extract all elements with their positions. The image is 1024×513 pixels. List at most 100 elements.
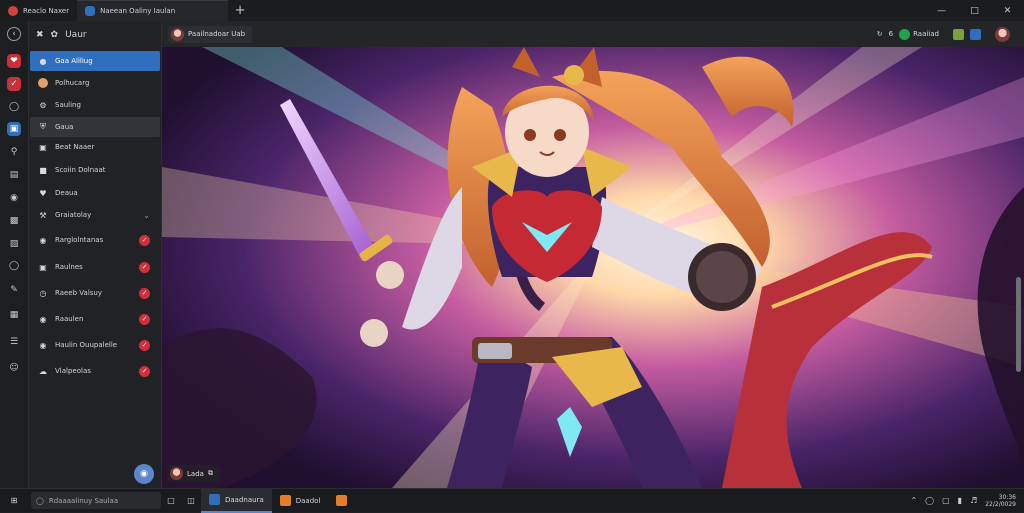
online-icon (899, 28, 911, 40)
taskbar-app-3[interactable] (328, 489, 355, 513)
check-badge-icon[interactable]: ✓ (139, 339, 150, 351)
count-label: 6 (888, 30, 894, 38)
book-icon[interactable]: ▧ (7, 237, 21, 251)
sidebar-item-tools[interactable]: ⚒ Graiatolay ⌄ (30, 205, 160, 225)
volume-icon[interactable]: ♬ (970, 496, 977, 505)
user-chip[interactable]: Paailnadoar Uab (168, 25, 253, 43)
calendar-icon[interactable]: ▦ (7, 308, 21, 322)
cloud-icon: ☁ (39, 366, 47, 376)
taskbar-app-1[interactable]: Daadnaura (201, 488, 272, 513)
note-icon: ▣ (39, 142, 47, 152)
sidebar: ✖ ✿ Uaur ● Gaa Aliliug Polhucarg ⚙ Sauli… (29, 21, 162, 488)
search-placeholder: Rdaaaalinuy Saulaa (48, 496, 119, 505)
windows-start-icon[interactable]: ⊞ (0, 496, 28, 505)
sidebar-item-cloud[interactable]: ☁ Vlalpeolas ✓ (30, 361, 160, 381)
avatar-icon (38, 78, 48, 88)
tab-label: Reaclo Naxer (23, 6, 70, 15)
taskbar: ⊞ ◯ Rdaaaalinuy Saulaa □ ◫ Daadnaura Daa… (0, 488, 1024, 513)
pin-icon[interactable]: ✎ (7, 283, 21, 297)
check-icon[interactable]: ✓ (7, 77, 21, 91)
sidebar-item-favorites[interactable]: ♥ Deaua (30, 183, 160, 203)
palette-icon[interactable]: ◉ (7, 191, 21, 205)
gallery-icon[interactable]: ▣ (7, 122, 21, 136)
clock[interactable]: 30:36 22/2/0029 (985, 494, 1016, 508)
image-canvas[interactable]: Lada ⧉ (162, 47, 1024, 488)
chat-bubble-icon[interactable]: ◯ (7, 259, 21, 273)
tools-icon[interactable]: ✖ (36, 30, 44, 40)
app-icon-blue (209, 494, 220, 505)
author-name: Lada (187, 469, 204, 478)
people-icon: ◉ (39, 340, 47, 350)
task-view-icon[interactable]: □ (161, 496, 181, 505)
bookmark-icon[interactable] (970, 28, 981, 40)
toolbar-actions: ↻ 6 Raaiiad (877, 26, 1024, 42)
extension-icon[interactable] (953, 28, 964, 40)
sidebar-item-notes[interactable]: ▣ Beat Naaer (30, 137, 160, 157)
minimize-button[interactable]: — (925, 6, 958, 16)
settings-icon: ⚙ (39, 100, 47, 110)
app-icon-blue (85, 6, 96, 16)
display-icon[interactable]: ▢ (942, 496, 950, 505)
check-badge-icon[interactable]: ✓ (139, 234, 150, 246)
folder-icon[interactable]: ▩ (7, 214, 21, 228)
tools-icon: ⚒ (39, 210, 47, 220)
sidebar-item-profile[interactable]: Polhucarg (30, 73, 160, 93)
sidebar-item-people[interactable]: ◉ Haulin Ouupalelle ✓ (30, 335, 160, 355)
icon-rail: ‹ ❤ ✓ ◯ ▣ ⚲ ▤ ◉ ▩ ▧ ◯ ✎ ▦ ☰ ☺ (0, 21, 29, 488)
profile-avatar[interactable] (995, 26, 1010, 42)
system-tray: ⌃ ◯ ▢ ▮ ♬ 30:36 22/2/0029 (910, 494, 1024, 508)
chat-fab-button[interactable]: ◉ (134, 464, 154, 484)
flower-icon[interactable]: ✿ (51, 30, 59, 40)
app-icon-orange (279, 495, 291, 506)
user-name: Paailnadoar Uab (188, 30, 246, 38)
vertical-scrollbar[interactable] (1016, 277, 1021, 372)
sidebar-item-security[interactable]: ■ Scoiin Dolnaat (30, 160, 160, 180)
document-icon[interactable]: ▤ (7, 168, 21, 182)
taskbar-app-2[interactable]: Daadol (272, 489, 329, 513)
status-indicator[interactable]: Raaiiad (899, 28, 939, 40)
sidebar-item-gallery[interactable]: ● Gaa Aliliug (30, 51, 160, 71)
list-icon[interactable]: ☰ (7, 335, 21, 349)
check-badge-icon[interactable]: ✓ (139, 261, 150, 273)
chevron-up-icon[interactable]: ⌃ (910, 496, 917, 505)
new-tab-button[interactable]: + (228, 3, 252, 18)
widgets-icon[interactable]: ◫ (181, 496, 201, 505)
sidebar-item-guard[interactable]: ⛨ Gaua (30, 117, 160, 137)
heart-icon: ♥ (39, 188, 47, 198)
check-badge-icon[interactable]: ✓ (139, 365, 150, 377)
avatar (171, 27, 184, 41)
browser-tab-1[interactable]: Reaclo Naxer (0, 0, 77, 21)
maximize-button[interactable]: □ (958, 6, 991, 16)
search-icon[interactable]: ⚲ (7, 145, 21, 159)
chat-icon[interactable]: ◯ (7, 100, 21, 114)
search-icon: ◯ (36, 496, 44, 505)
lock-icon: ■ (39, 165, 47, 175)
sidebar-item-protect[interactable]: ◉ Raaulen ✓ (30, 309, 160, 329)
sidebar-item-history[interactable]: ◷ Raeeb Valsuy ✓ (30, 283, 160, 303)
battery-icon[interactable]: ▮ (958, 496, 962, 505)
smile-icon[interactable]: ☺ (7, 361, 21, 375)
title-bar: Reaclo Naxer Naeean Oaliny Iaulan + — □ … (0, 0, 1024, 21)
avatar (170, 467, 183, 480)
network-icon[interactable]: ◯ (925, 496, 934, 505)
sidebar-item-models[interactable]: ▣ Raulnes ✓ (30, 257, 160, 277)
back-icon[interactable]: ‹ (7, 27, 21, 41)
sidebar-item-settings[interactable]: ⚙ Sauling (30, 95, 160, 115)
gallery-icon: ● (39, 56, 47, 66)
chevron-down-icon[interactable]: ⌄ (143, 211, 150, 220)
browser-tab-2[interactable]: Naeean Oaliny Iaulan (77, 0, 229, 21)
check-badge-icon[interactable]: ✓ (139, 287, 150, 299)
close-button[interactable]: ✕ (991, 6, 1024, 16)
heart-icon[interactable]: ❤ (7, 54, 21, 68)
globe-icon: ◉ (39, 235, 47, 245)
sidebar-header: ✖ ✿ Uaur (29, 21, 161, 48)
author-chip[interactable]: Lada ⧉ (167, 465, 220, 482)
sidebar-item-web[interactable]: ◉ Rarglolntanas ✓ (30, 230, 160, 250)
app-icon-red (8, 5, 18, 16)
refresh-icon[interactable]: ↻ (877, 30, 883, 38)
taskbar-search[interactable]: ◯ Rdaaaalinuy Saulaa (31, 492, 161, 509)
check-badge-icon[interactable]: ✓ (139, 313, 150, 325)
cube-icon: ▣ (39, 262, 47, 272)
tab-label: Naeean Oaliny Iaulan (100, 7, 176, 15)
link-icon: ⧉ (207, 469, 213, 477)
